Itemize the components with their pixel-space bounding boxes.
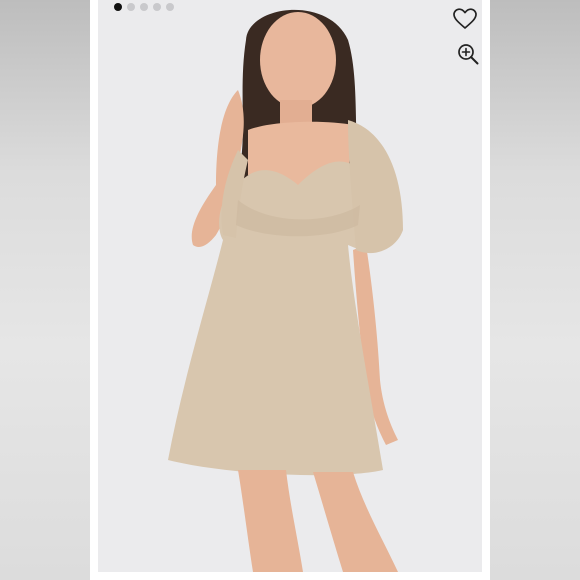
carousel-dot-1[interactable]	[114, 3, 122, 11]
right-blurred-backdrop	[490, 0, 580, 580]
carousel-dot-4[interactable]	[153, 3, 161, 11]
zoom-in-icon	[458, 44, 479, 65]
like-button[interactable]	[451, 5, 479, 33]
heart-outline-icon	[453, 8, 477, 29]
product-image-viewer	[90, 0, 490, 580]
zoom-button[interactable]	[454, 40, 482, 68]
carousel-dot-3[interactable]	[140, 3, 148, 11]
carousel-dot-2[interactable]	[127, 3, 135, 11]
carousel-indicator	[114, 3, 174, 11]
left-blurred-backdrop	[0, 0, 90, 580]
product-photo[interactable]	[98, 0, 482, 572]
model-in-dress-image	[98, 0, 482, 572]
carousel-dot-5[interactable]	[166, 3, 174, 11]
